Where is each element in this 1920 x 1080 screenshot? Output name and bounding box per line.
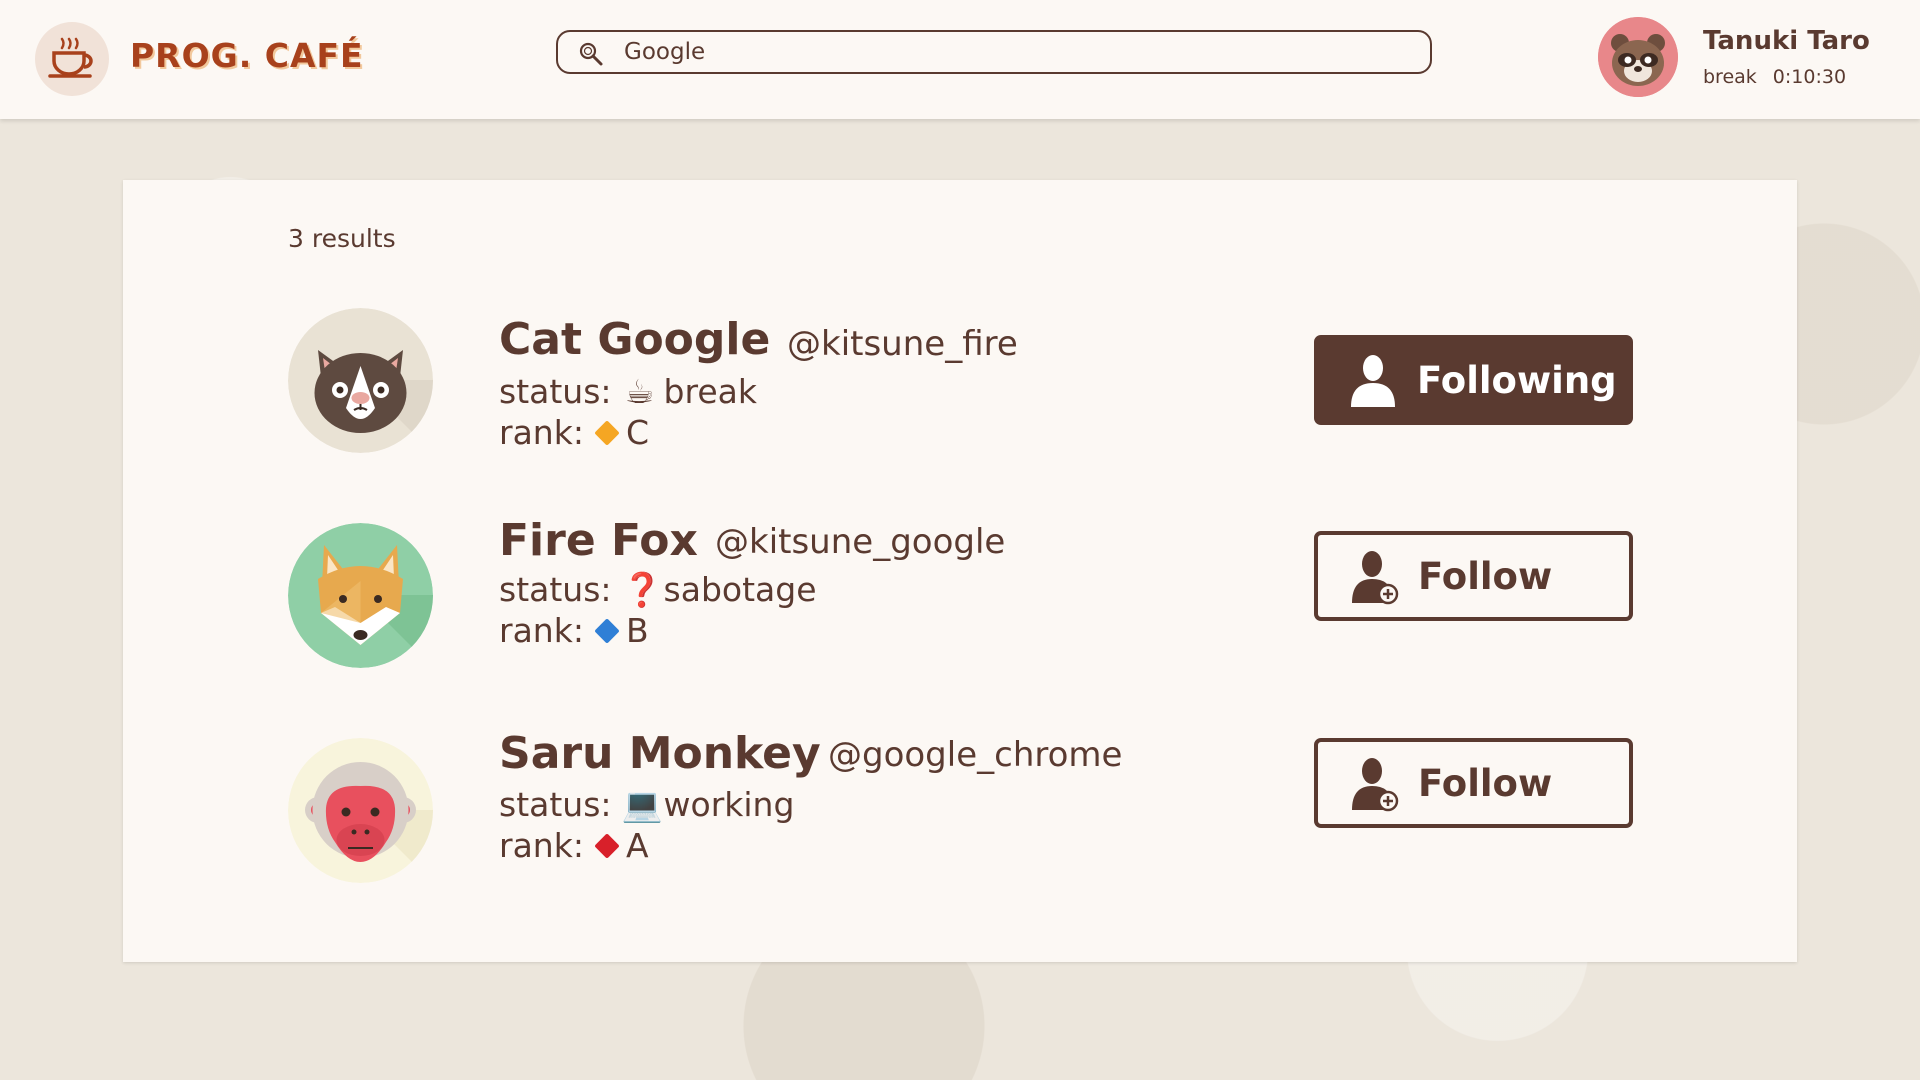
orange-diamond-icon bbox=[594, 419, 620, 446]
current-user-status-text: break bbox=[1703, 66, 1757, 88]
add-user-icon bbox=[1348, 754, 1402, 812]
rank-value: A bbox=[625, 826, 649, 865]
results-count: 3 results bbox=[288, 224, 396, 253]
coffee-cup-icon bbox=[48, 37, 93, 78]
follow-button[interactable]: Follow bbox=[1314, 738, 1633, 828]
current-user-name[interactable]: Tanuki Taro bbox=[1703, 26, 1870, 56]
rank-value: C bbox=[625, 413, 649, 452]
search-input[interactable] bbox=[624, 36, 1404, 68]
monkey-avatar bbox=[288, 738, 433, 883]
status-value: break bbox=[663, 372, 757, 411]
fox-avatar bbox=[288, 523, 433, 668]
laptop-icon: 💻 bbox=[621, 785, 663, 824]
coffee-status-icon: ☕ bbox=[624, 372, 655, 411]
app-logo-text[interactable]: PROG. CAFÉ bbox=[130, 36, 364, 75]
red-diamond-icon bbox=[594, 832, 620, 859]
user-status: status: ❓sabotage bbox=[499, 570, 817, 610]
user-rank: rank: A bbox=[499, 826, 649, 865]
tanuki-avatar bbox=[1598, 17, 1678, 97]
cat-avatar bbox=[288, 308, 433, 453]
user-avatar[interactable] bbox=[288, 308, 433, 453]
user-status: status: ☕ break bbox=[499, 372, 757, 411]
status-label: status: bbox=[499, 372, 612, 411]
user-handle[interactable]: @kitsune_fire bbox=[787, 324, 1018, 364]
user-rank: rank: C bbox=[499, 413, 649, 452]
session-timer: 0:10:30 bbox=[1772, 66, 1847, 88]
logo[interactable] bbox=[35, 22, 109, 96]
button-label: Following bbox=[1417, 358, 1617, 402]
user-avatar[interactable] bbox=[288, 523, 433, 668]
blue-diamond-icon bbox=[594, 617, 620, 644]
button-label: Follow bbox=[1418, 761, 1553, 805]
avatar[interactable] bbox=[1598, 17, 1678, 97]
button-label: Follow bbox=[1418, 554, 1553, 598]
user-row: Cat Google @kitsune_fire status: ☕ break r… bbox=[123, 300, 1797, 460]
follow-button[interactable]: Follow bbox=[1314, 531, 1633, 621]
user-rank: rank: B bbox=[499, 611, 649, 650]
question-mark-icon: ❓ bbox=[621, 570, 663, 609]
rank-label: rank: bbox=[499, 413, 584, 452]
user-icon bbox=[1347, 351, 1401, 409]
top-bar: PROG. CAFÉ Tanuki Taro break 0:10:30 bbox=[0, 0, 1920, 119]
user-row: Saru Monkey @google_chrome status: 💻worki… bbox=[123, 728, 1797, 888]
search-results-card: 3 results Cat Google @kitsune_fire statu… bbox=[123, 180, 1797, 962]
search-bar[interactable] bbox=[556, 30, 1432, 74]
status-value: sabotage bbox=[663, 570, 817, 609]
magnifier-icon bbox=[579, 42, 603, 66]
user-handle[interactable]: @kitsune_google bbox=[715, 522, 1005, 562]
user-name[interactable]: Saru Monkey bbox=[499, 728, 821, 779]
following-button[interactable]: Following bbox=[1314, 335, 1633, 425]
user-name[interactable]: Cat Google bbox=[499, 314, 770, 365]
user-handle[interactable]: @google_chrome bbox=[828, 735, 1122, 775]
user-avatar[interactable] bbox=[288, 738, 433, 883]
status-label: status: bbox=[499, 785, 612, 824]
rank-value: B bbox=[625, 611, 649, 650]
user-status: status: 💻working bbox=[499, 785, 794, 825]
add-user-icon bbox=[1348, 547, 1402, 605]
user-row: Fire Fox @kitsune_google status: ❓sabotag… bbox=[123, 515, 1797, 675]
rank-label: rank: bbox=[499, 826, 584, 865]
current-user-status: break 0:10:30 bbox=[1703, 66, 1846, 88]
rank-label: rank: bbox=[499, 611, 584, 650]
status-label: status: bbox=[499, 570, 612, 609]
status-value: working bbox=[663, 785, 795, 824]
user-name[interactable]: Fire Fox bbox=[499, 515, 698, 566]
